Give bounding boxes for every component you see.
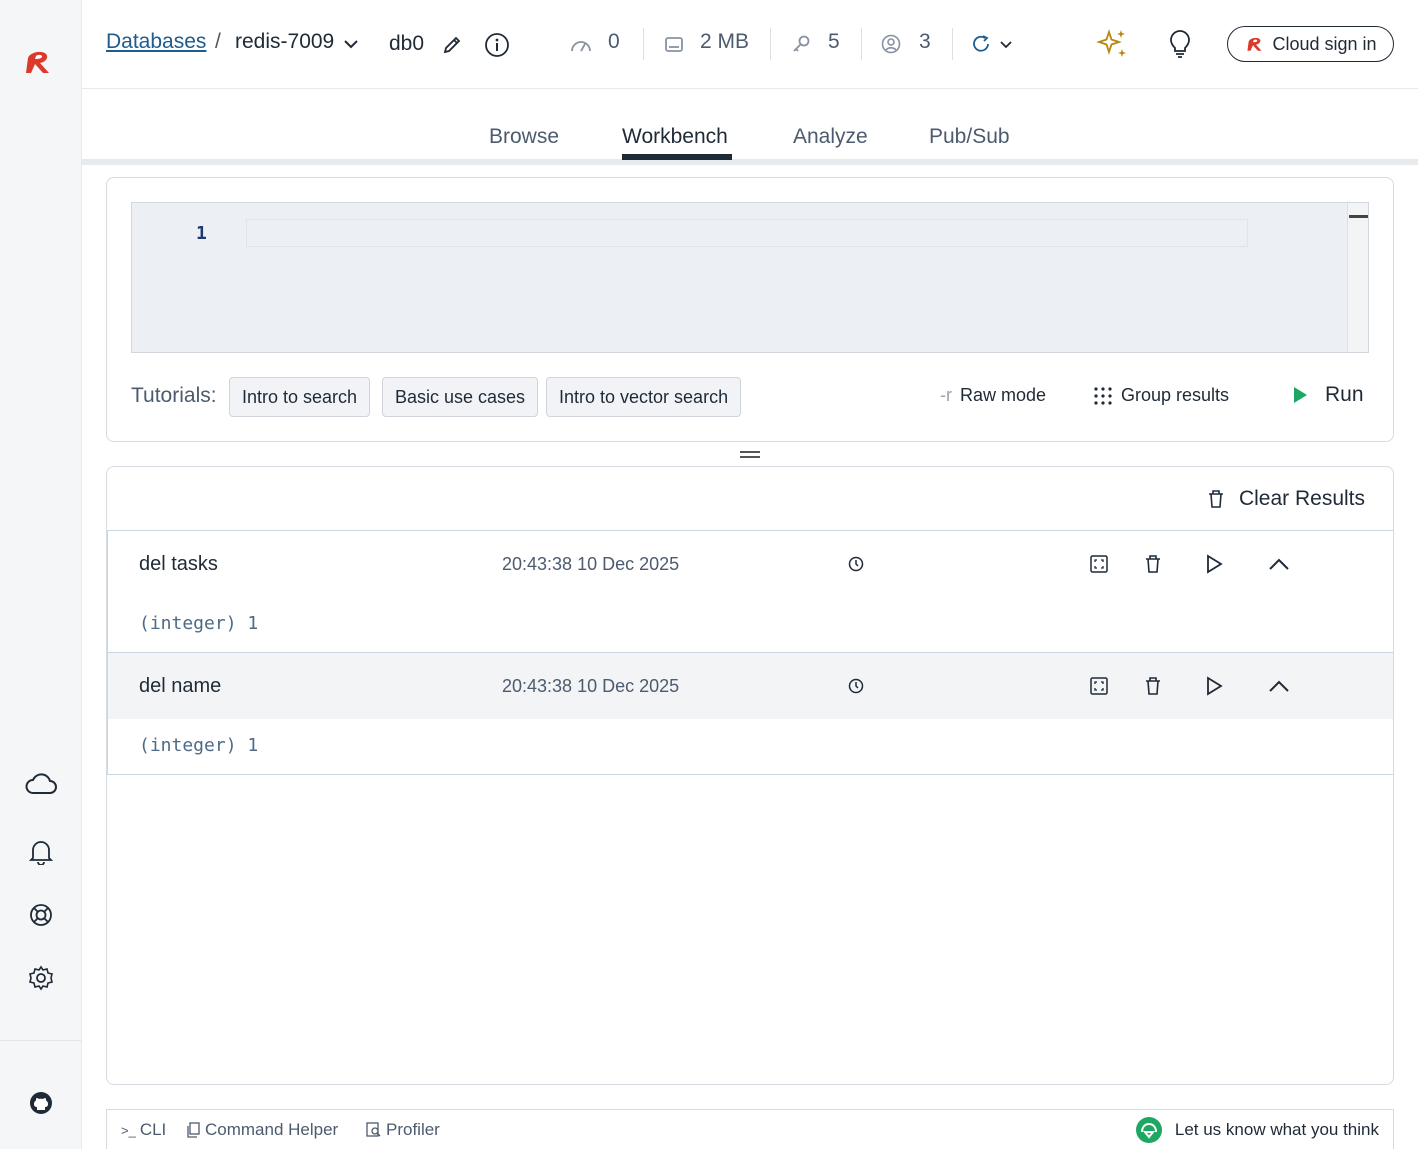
cli-label: CLI bbox=[139, 1120, 167, 1139]
speedometer-icon bbox=[569, 34, 593, 56]
panel-resize-handle[interactable] bbox=[740, 451, 760, 459]
tutorials-label: Tutorials: bbox=[131, 384, 217, 407]
result-timestamp: 20:43:38 10 Dec 2025 bbox=[502, 676, 680, 696]
delete-trash-icon[interactable] bbox=[1140, 551, 1166, 577]
feedback-label: Let us know what you think bbox=[1174, 1120, 1379, 1139]
memory-disk-icon bbox=[663, 33, 685, 55]
ops-stat: 0 bbox=[608, 30, 620, 53]
command-helper-button[interactable]: Command Helper bbox=[187, 1120, 338, 1140]
clear-results-label: Clear Results bbox=[1238, 487, 1365, 510]
run-label: Run bbox=[1325, 383, 1364, 406]
rail-divider bbox=[0, 1040, 82, 1041]
stat-divider bbox=[952, 28, 953, 60]
collapse-chevron-up-icon[interactable] bbox=[1266, 673, 1292, 699]
feedback-link[interactable]: Let us know what you think bbox=[1135, 1116, 1379, 1144]
info-icon[interactable] bbox=[484, 32, 510, 58]
databases-breadcrumb-link[interactable]: Databases bbox=[106, 30, 206, 54]
redis-logo-icon[interactable] bbox=[22, 44, 58, 80]
stat-divider bbox=[861, 28, 862, 60]
cloud-sign-in-label: Cloud sign in bbox=[1272, 33, 1377, 54]
terminal-prompt-icon: >_ bbox=[121, 1122, 136, 1138]
result-card: del tasks 20:43:38 10 Dec 2025 (integer)… bbox=[107, 531, 1393, 653]
tab-workbench[interactable]: Workbench bbox=[622, 125, 728, 149]
left-rail bbox=[0, 0, 82, 1149]
result-command: del name bbox=[139, 675, 222, 697]
tab-analyze[interactable]: Analyze bbox=[793, 125, 868, 149]
trash-icon bbox=[1208, 490, 1223, 508]
refresh-icon[interactable] bbox=[972, 33, 1016, 55]
grid-dots-icon bbox=[1094, 386, 1112, 405]
tutorial-vector-search-button[interactable]: Intro to vector search bbox=[546, 377, 742, 417]
group-results-toggle[interactable]: Group results bbox=[1093, 385, 1229, 406]
raw-mode-label: Raw mode bbox=[960, 385, 1047, 405]
tab-browse[interactable]: Browse bbox=[489, 125, 559, 149]
raw-mode-toggle[interactable]: -r Raw mode bbox=[940, 385, 1046, 406]
line-number: 1 bbox=[196, 223, 207, 244]
key-icon bbox=[790, 33, 812, 55]
play-icon bbox=[1294, 387, 1307, 403]
database-selector[interactable]: redis-7009 bbox=[235, 30, 334, 54]
clock-icon[interactable] bbox=[843, 551, 869, 577]
feedback-megaphone-icon bbox=[1135, 1117, 1162, 1143]
stat-divider bbox=[643, 28, 644, 60]
run-button[interactable]: Run bbox=[1291, 383, 1364, 407]
ai-sparkles-icon[interactable] bbox=[1095, 26, 1131, 62]
fullscreen-icon[interactable] bbox=[1086, 551, 1112, 577]
delete-trash-icon[interactable] bbox=[1140, 673, 1166, 699]
github-icon[interactable] bbox=[21, 1083, 61, 1123]
cli-button[interactable]: >_ CLI bbox=[121, 1120, 166, 1140]
result-command: del tasks bbox=[139, 553, 218, 575]
rerun-play-icon[interactable] bbox=[1201, 673, 1227, 699]
profiler-label: Profiler bbox=[386, 1120, 440, 1139]
memory-stat: 2 MB bbox=[700, 30, 750, 53]
group-results-label: Group results bbox=[1121, 385, 1230, 405]
active-tab-indicator bbox=[622, 154, 732, 160]
raw-mode-icon: -r bbox=[940, 385, 952, 405]
result-card-header[interactable]: del name 20:43:38 10 Dec 2025 bbox=[108, 653, 1393, 719]
command-helper-label: Command Helper bbox=[205, 1120, 339, 1139]
help-lifebuoy-icon[interactable] bbox=[21, 895, 61, 935]
chevron-down-icon[interactable] bbox=[344, 36, 358, 54]
tab-pubsub[interactable]: Pub/Sub bbox=[929, 125, 1010, 149]
result-output-area: (integer) 1 bbox=[108, 597, 1393, 653]
lightbulb-icon[interactable] bbox=[1165, 28, 1195, 60]
cloud-sign-in-button[interactable]: Cloud sign in bbox=[1227, 26, 1394, 62]
stat-divider bbox=[770, 28, 771, 60]
document-icon bbox=[187, 1122, 200, 1138]
cloud-icon[interactable] bbox=[21, 764, 61, 804]
clear-results-button[interactable]: Clear Results bbox=[1207, 487, 1365, 511]
collapse-chevron-up-icon[interactable] bbox=[1266, 551, 1292, 577]
bottom-bar: >_ CLI Command Helper Profiler Let us kn… bbox=[106, 1109, 1394, 1149]
result-card: del name 20:43:38 10 Dec 2025 (integer) … bbox=[107, 653, 1393, 775]
fullscreen-icon[interactable] bbox=[1086, 673, 1112, 699]
result-card-header[interactable]: del tasks 20:43:38 10 Dec 2025 bbox=[108, 531, 1393, 597]
top-header: Databases / redis-7009 db0 0 2 MB 5 3 Cl… bbox=[82, 0, 1418, 89]
profiler-search-icon bbox=[366, 1122, 381, 1137]
clients-stat: 3 bbox=[919, 30, 931, 53]
editor-scrollbar[interactable] bbox=[1347, 203, 1368, 352]
main-tabs: Browse Workbench Analyze Pub/Sub bbox=[82, 89, 1418, 165]
bell-icon[interactable] bbox=[21, 832, 61, 872]
current-line-highlight bbox=[246, 219, 1248, 247]
result-output: (integer) 1 bbox=[139, 613, 259, 634]
results-panel: Clear Results del tasks 20:43:38 10 Dec … bbox=[106, 466, 1394, 1085]
db-index-label: db0 bbox=[389, 32, 425, 55]
redis-logo-icon bbox=[1247, 37, 1262, 51]
user-clients-icon bbox=[880, 33, 902, 55]
result-output-area: (integer) 1 bbox=[108, 719, 1393, 775]
query-editor-panel: 1 Tutorials: Intro to search Basic use c… bbox=[106, 177, 1394, 442]
keys-stat: 5 bbox=[828, 30, 840, 53]
tutorial-basic-use-cases-button[interactable]: Basic use cases bbox=[382, 377, 539, 417]
rerun-play-icon[interactable] bbox=[1201, 551, 1227, 577]
tutorial-intro-search-button[interactable]: Intro to search bbox=[229, 377, 371, 417]
clock-icon[interactable] bbox=[843, 673, 869, 699]
settings-gear-icon[interactable] bbox=[21, 958, 61, 998]
profiler-button[interactable]: Profiler bbox=[366, 1120, 440, 1140]
breadcrumb-separator: / bbox=[215, 30, 221, 53]
result-timestamp: 20:43:38 10 Dec 2025 bbox=[502, 554, 680, 574]
results-list: del tasks 20:43:38 10 Dec 2025 (integer)… bbox=[107, 530, 1393, 775]
result-output: (integer) 1 bbox=[139, 735, 259, 756]
edit-pencil-icon[interactable] bbox=[441, 34, 463, 56]
query-editor[interactable]: 1 bbox=[131, 202, 1369, 353]
